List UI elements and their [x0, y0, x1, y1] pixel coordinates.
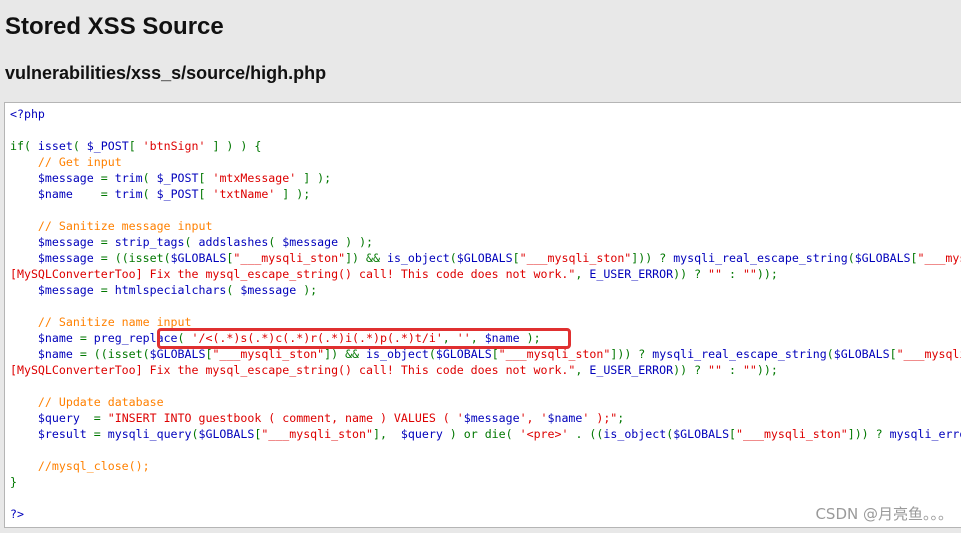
- code-line: $message = strip_tags( addslashes( $mess…: [10, 235, 374, 249]
- csdn-watermark: CSDN @月亮鱼。。。: [815, 505, 953, 523]
- php-source-code: <?php if( isset( $_POST[ 'btnSign' ] ) )…: [10, 106, 961, 522]
- code-line: if( isset( $_POST[ 'btnSign' ] ) ) {: [10, 139, 262, 153]
- source-code-panel: <?php if( isset( $_POST[ 'btnSign' ] ) )…: [4, 102, 961, 528]
- page-title: Stored XSS Source: [5, 13, 224, 40]
- code-line: $message = htmlspecialchars( $message );: [10, 283, 318, 297]
- code-line: $message = ((isset($GLOBALS["___mysqli_s…: [10, 251, 961, 265]
- file-path-heading: vulnerabilities/xss_s/source/high.php: [5, 63, 327, 83]
- code-line: $name = preg_replace( '/<(.*)s(.*)c(.*)r…: [10, 331, 541, 345]
- code-line: //mysql_close();: [10, 459, 150, 473]
- code-line: <?php: [10, 107, 45, 121]
- code-line: $query = "INSERT INTO guestbook ( commen…: [10, 411, 625, 425]
- code-line: $message = trim( $_POST[ 'mtxMessage' ] …: [10, 171, 332, 185]
- code-line: [MySQLConverterToo] Fix the mysql_escape…: [10, 363, 778, 377]
- code-line: // Sanitize message input: [10, 219, 213, 233]
- code-line: $name = trim( $_POST[ 'txtName' ] );: [10, 187, 311, 201]
- code-line: [MySQLConverterToo] Fix the mysql_escape…: [10, 267, 778, 281]
- code-line: }: [10, 475, 17, 489]
- code-line: // Get input: [10, 155, 122, 169]
- code-line: // Update database: [10, 395, 164, 409]
- code-line: // Sanitize name input: [10, 315, 192, 329]
- code-line: $name = ((isset($GLOBALS["___mysqli_ston…: [10, 347, 961, 361]
- code-line: $result = mysqli_query($GLOBALS["___mysq…: [10, 427, 961, 441]
